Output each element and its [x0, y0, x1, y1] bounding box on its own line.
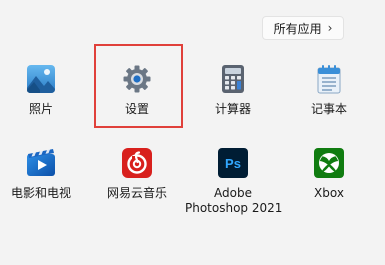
- chevron-right-icon: ›: [327, 21, 333, 35]
- app-label: 记事本: [310, 102, 347, 116]
- calculator-icon: [222, 65, 244, 93]
- app-tile-calculator[interactable]: 计算器: [185, 64, 281, 117]
- photoshop-icon: Ps: [218, 148, 248, 178]
- app-tile-photos[interactable]: 照片: [0, 64, 89, 117]
- xbox-icon: [314, 148, 344, 178]
- app-tile-xbox[interactable]: Xbox: [281, 148, 377, 201]
- app-label: 计算器: [214, 102, 251, 116]
- photos-icon: [27, 65, 55, 93]
- all-apps-label: 所有应用: [273, 21, 322, 36]
- netease-music-icon: [122, 148, 152, 178]
- svg-text:Ps: Ps: [225, 156, 241, 171]
- selection-highlight-box: [94, 44, 183, 128]
- app-tile-notepad[interactable]: 记事本: [281, 64, 377, 117]
- app-tile-photoshop[interactable]: Ps Adobe Photoshop 2021: [185, 148, 283, 216]
- app-label-line2: Photoshop 2021: [185, 201, 283, 215]
- app-tile-netease-music[interactable]: 网易云音乐: [89, 148, 185, 201]
- app-tile-movies-tv[interactable]: 电影和电视: [0, 148, 89, 201]
- movies-tv-icon: [27, 149, 55, 176]
- app-label: Xbox: [314, 186, 344, 200]
- app-label-line1: Adobe: [214, 186, 252, 200]
- app-label: 网易云音乐: [106, 186, 167, 200]
- app-label: 电影和电视: [10, 186, 71, 200]
- all-apps-button[interactable]: 所有应用 ›: [262, 16, 344, 40]
- app-label: 照片: [28, 102, 53, 116]
- notepad-icon: [317, 65, 341, 94]
